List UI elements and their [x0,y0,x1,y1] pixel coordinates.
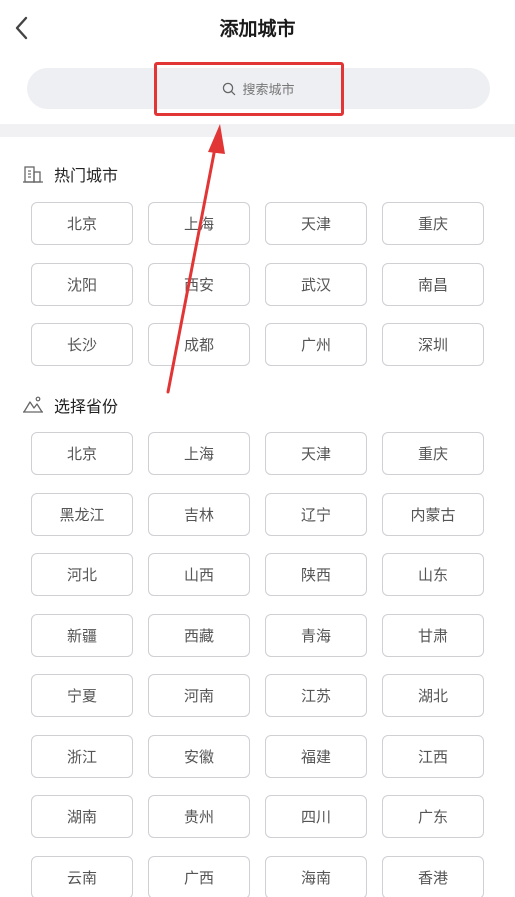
hot-cities-grid: 北京 上海 天津 重庆沈阳 西安 武汉 南昌长沙 成都 广州 深圳 [31,202,484,366]
province-chip[interactable]: 青海 [265,614,367,657]
hot-city-chip[interactable]: 天津 [265,202,367,245]
hot-city-chip[interactable]: 上海 [148,202,250,245]
hot-city-chip[interactable]: 沈阳 [31,263,133,306]
province-chip[interactable]: 上海 [148,432,250,475]
province-chip[interactable]: 云南 [31,856,133,897]
province-chip[interactable]: 内蒙古 [382,493,484,536]
province-chip[interactable]: 陕西 [265,553,367,596]
provinces-grid: 北京 上海 天津 重庆黑龙江 吉林 辽宁 内蒙古河北 山西 陕西 山东新疆 西藏 青海 甘肃宁夏 河南 江苏… [31,432,484,897]
province-chip[interactable]: 湖南 [31,795,133,838]
province-chip[interactable]: 河南 [148,674,250,717]
province-chip[interactable]: 新疆 [31,614,133,657]
hot-city-chip[interactable]: 广州 [265,323,367,366]
province-chip[interactable]: 贵州 [148,795,250,838]
province-chip[interactable]: 黑龙江 [31,493,133,536]
province-chip[interactable]: 甘肃 [382,614,484,657]
province-chip[interactable]: 广东 [382,795,484,838]
province-chip[interactable]: 广西 [148,856,250,897]
hot-city-chip[interactable]: 南昌 [382,263,484,306]
hot-city-chip[interactable]: 深圳 [382,323,484,366]
province-chip[interactable]: 江苏 [265,674,367,717]
province-chip[interactable]: 海南 [265,856,367,897]
annotation-highlight-box [154,62,344,116]
provinces-title: 选择省份 [54,397,119,416]
province-chip[interactable]: 浙江 [31,735,133,778]
province-chip[interactable]: 山东 [382,553,484,596]
province-chip[interactable]: 西藏 [148,614,250,657]
hot-cities-heading: 热门城市 [22,162,118,186]
province-chip[interactable]: 吉林 [148,493,250,536]
province-chip[interactable]: 四川 [265,795,367,838]
province-chip[interactable]: 香港 [382,856,484,897]
province-chip[interactable]: 湖北 [382,674,484,717]
province-chip[interactable]: 河北 [31,553,133,596]
section-divider [0,124,515,137]
landscape-icon [23,396,43,413]
hot-city-chip[interactable]: 重庆 [382,202,484,245]
building-icon [23,166,43,183]
province-chip[interactable]: 山西 [148,553,250,596]
province-chip[interactable]: 宁夏 [31,674,133,717]
hot-city-chip[interactable]: 长沙 [31,323,133,366]
province-chip[interactable]: 安徽 [148,735,250,778]
header-bar: 添加城市 [0,0,515,56]
hot-city-chip[interactable]: 西安 [148,263,250,306]
page-title: 添加城市 [219,18,296,40]
hot-city-chip[interactable]: 北京 [31,202,133,245]
province-chip[interactable]: 北京 [31,432,133,475]
hot-cities-title: 热门城市 [54,166,119,185]
province-chip[interactable]: 天津 [265,432,367,475]
province-chip[interactable]: 重庆 [382,432,484,475]
hot-city-chip[interactable]: 成都 [148,323,250,366]
province-chip[interactable]: 江西 [382,735,484,778]
province-chip[interactable]: 辽宁 [265,493,367,536]
provinces-heading: 选择省份 [22,393,118,417]
province-chip[interactable]: 福建 [265,735,367,778]
hot-city-chip[interactable]: 武汉 [265,263,367,306]
